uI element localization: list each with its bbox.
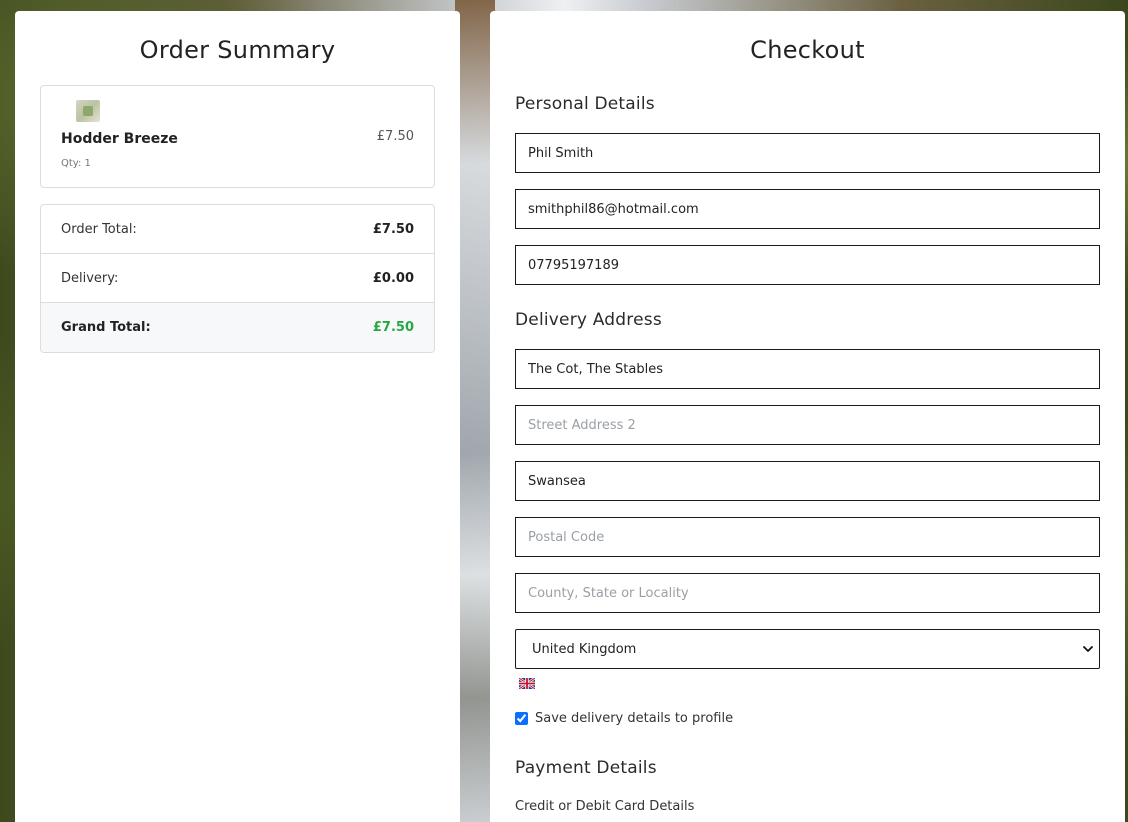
payment-details-heading: Payment Details <box>515 758 657 778</box>
save-details-row[interactable]: Save delivery details to profile <box>515 711 733 726</box>
chevron-down-icon[interactable] <box>1083 644 1093 654</box>
order-total-value: £7.50 <box>372 221 414 237</box>
grand-total-label: Grand Total: <box>61 320 151 335</box>
order-summary-panel: Order Summary Hodder Breeze Qty: 1 £7.50… <box>15 11 460 822</box>
grand-total-value: £7.50 <box>372 320 414 335</box>
item-name: Hodder Breeze <box>61 131 178 147</box>
uk-flag-icon <box>519 678 535 689</box>
grand-total-row: Grand Total: £7.50 <box>41 303 434 352</box>
personal-details-heading: Personal Details <box>515 94 655 114</box>
full-name-input[interactable] <box>515 133 1100 173</box>
save-details-checkbox[interactable] <box>515 712 528 725</box>
delivery-label: Delivery: <box>61 270 119 286</box>
item-price: £7.50 <box>376 129 414 144</box>
street-address-1-input[interactable] <box>515 349 1100 389</box>
delivery-row: Delivery: £0.00 <box>41 254 434 303</box>
checkout-panel: Checkout Personal Details Delivery Addre… <box>490 11 1125 822</box>
country-select[interactable]: United Kingdom <box>515 629 1100 669</box>
order-summary-title: Order Summary <box>139 36 336 64</box>
delivery-address-heading: Delivery Address <box>515 310 662 330</box>
street-address-2-input[interactable] <box>515 405 1100 445</box>
order-total-row: Order Total: £7.50 <box>41 205 434 254</box>
product-thumbnail[interactable] <box>76 100 100 122</box>
order-item-card: Hodder Breeze Qty: 1 £7.50 <box>40 85 435 188</box>
phone-input[interactable] <box>515 245 1100 285</box>
email-input[interactable] <box>515 189 1100 229</box>
county-input[interactable] <box>515 573 1100 613</box>
background-waterfall <box>455 0 495 822</box>
delivery-value: £0.00 <box>372 270 414 286</box>
save-details-label: Save delivery details to profile <box>535 711 734 726</box>
order-total-label: Order Total: <box>61 221 137 237</box>
item-quantity: Qty: 1 <box>61 158 91 169</box>
postcode-input[interactable] <box>515 517 1100 557</box>
card-details-label: Credit or Debit Card Details <box>515 799 695 814</box>
town-input[interactable] <box>515 461 1100 501</box>
order-totals: Order Total: £7.50 Delivery: £0.00 Grand… <box>40 204 435 353</box>
checkout-title: Checkout <box>750 36 865 64</box>
